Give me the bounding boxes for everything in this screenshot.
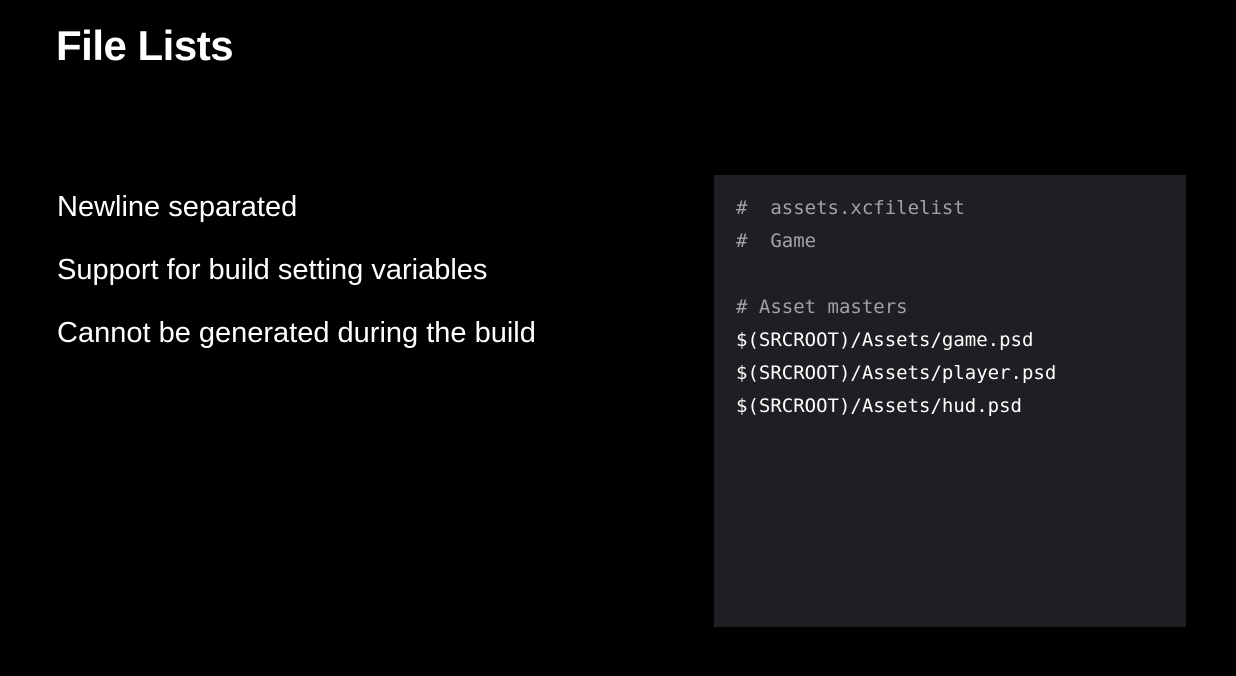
slide-title: File Lists [56, 22, 234, 69]
code-comment-line: # Game [736, 230, 817, 252]
code-path-line: $(SRCROOT)/Assets/hud.psd [736, 395, 1022, 417]
code-comment-line: # Asset masters [736, 296, 908, 318]
bullet-item: Support for build setting variables [57, 254, 488, 286]
bullet-item: Newline separated [57, 191, 298, 223]
code-panel: # assets.xcfilelist # Game # Asset maste… [714, 175, 1186, 627]
bullet-item: Cannot be generated during the build [57, 317, 536, 349]
bullet-list: Newline separated Support for build sett… [57, 187, 536, 376]
code-comment-line: # assets.xcfilelist [736, 197, 965, 219]
code-path-line: $(SRCROOT)/Assets/game.psd [736, 329, 1034, 351]
code-path-line: $(SRCROOT)/Assets/player.psd [736, 362, 1057, 384]
